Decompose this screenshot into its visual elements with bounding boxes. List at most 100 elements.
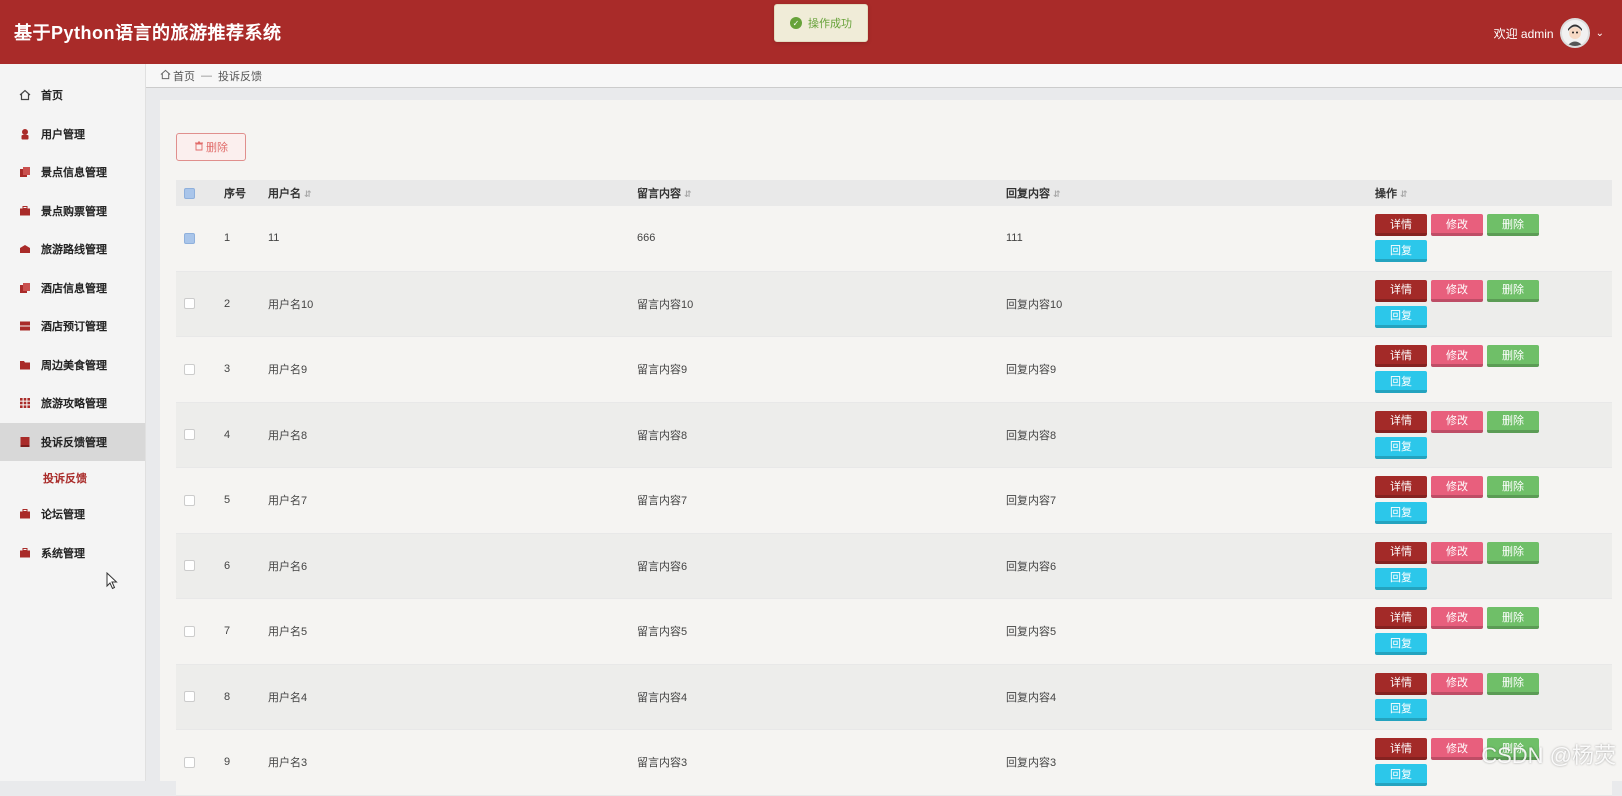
- reply-button[interactable]: 回复: [1375, 371, 1427, 394]
- row-checkbox[interactable]: [184, 429, 195, 441]
- header-reply[interactable]: 回复内容 ⇵: [1006, 185, 1375, 201]
- user-menu[interactable]: 欢迎 admin ⌄: [1494, 18, 1604, 48]
- row-checkbox[interactable]: [184, 363, 195, 375]
- edit-button[interactable]: 修改: [1431, 672, 1483, 695]
- trash-icon: [194, 141, 204, 154]
- detail-button[interactable]: 详情: [1375, 410, 1427, 433]
- copy-icon: [18, 281, 31, 294]
- delete-button[interactable]: 删除: [1487, 476, 1539, 499]
- detail-button[interactable]: 详情: [1375, 672, 1427, 695]
- row-reply: 回复内容5: [1006, 626, 1057, 639]
- row-user: 用户名7: [268, 495, 308, 508]
- detail-button[interactable]: 详情: [1375, 607, 1427, 630]
- user-icon: [18, 127, 31, 140]
- breadcrumb-home[interactable]: 首页: [173, 68, 195, 84]
- delete-button[interactable]: 删除: [1487, 279, 1539, 302]
- sidebar-item-system[interactable]: 系统管理: [0, 534, 145, 573]
- detail-button[interactable]: 详情: [1375, 541, 1427, 564]
- delete-button[interactable]: 删除: [1487, 672, 1539, 695]
- row-user: 用户名5: [268, 626, 308, 639]
- table-row: 9 用户名3 留言内容3 回复内容3 详情 修改 删除 回复: [176, 730, 1612, 796]
- table-row: 3 用户名9 留言内容9 回复内容9 详情 修改 删除 回复: [176, 337, 1612, 403]
- sidebar-item-forum[interactable]: 论坛管理: [0, 495, 145, 534]
- avatar-face-icon: [1561, 20, 1588, 46]
- briefcase-icon: [18, 508, 31, 521]
- reply-button[interactable]: 回复: [1375, 436, 1427, 459]
- row-checkbox[interactable]: [184, 691, 195, 703]
- avatar[interactable]: [1559, 18, 1590, 48]
- chevron-down-icon[interactable]: ⌄: [1596, 28, 1604, 39]
- sidebar-item-bookings[interactable]: 酒店预订管理: [0, 307, 145, 346]
- reply-button[interactable]: 回复: [1375, 305, 1427, 328]
- briefcase-icon: [18, 204, 31, 217]
- edit-button[interactable]: 修改: [1431, 541, 1483, 564]
- row-user: 用户名4: [268, 691, 308, 704]
- reply-button[interactable]: 回复: [1375, 567, 1427, 590]
- row-user: 用户名9: [268, 364, 308, 377]
- row-no: 3: [224, 363, 231, 376]
- edit-button[interactable]: 修改: [1431, 410, 1483, 433]
- home-icon[interactable]: [160, 69, 171, 83]
- grid-icon: [18, 397, 31, 410]
- row-checkbox[interactable]: [184, 232, 195, 244]
- sidebar-item-tickets[interactable]: 景点购票管理: [0, 192, 145, 231]
- sidebar-item-guides[interactable]: 旅游攻略管理: [0, 384, 145, 423]
- header-user[interactable]: 用户名 ⇵: [268, 185, 637, 201]
- row-reply: 回复内容6: [1006, 560, 1057, 573]
- row-checkbox[interactable]: [184, 560, 195, 572]
- batch-delete-button[interactable]: 删除: [176, 133, 246, 161]
- sidebar-item-food[interactable]: 周边美食管理: [0, 346, 145, 385]
- row-no: 2: [224, 297, 231, 310]
- edit-button[interactable]: 修改: [1431, 345, 1483, 368]
- row-checkbox[interactable]: [184, 298, 195, 310]
- delete-button[interactable]: 删除: [1487, 345, 1539, 368]
- detail-button[interactable]: 详情: [1375, 214, 1427, 237]
- row-no: 1: [224, 232, 231, 245]
- row-msg: 留言内容5: [637, 626, 688, 639]
- row-checkbox[interactable]: [184, 756, 195, 768]
- detail-button[interactable]: 详情: [1375, 476, 1427, 499]
- row-reply: 回复内容7: [1006, 495, 1057, 508]
- detail-button[interactable]: 详情: [1375, 279, 1427, 302]
- header-msg[interactable]: 留言内容 ⇵: [637, 185, 1006, 201]
- detail-button[interactable]: 详情: [1375, 345, 1427, 368]
- sidebar-subitem-complaint-feedback[interactable]: 投诉反馈: [0, 461, 145, 495]
- sidebar-item-hotels[interactable]: 酒店信息管理: [0, 269, 145, 308]
- row-checkbox[interactable]: [184, 625, 195, 637]
- sidebar-item-users[interactable]: 用户管理: [0, 115, 145, 154]
- edit-button[interactable]: 修改: [1431, 607, 1483, 630]
- row-checkbox[interactable]: [184, 494, 195, 506]
- delete-button[interactable]: 删除: [1487, 607, 1539, 630]
- sort-icon: ⇵: [304, 189, 312, 199]
- select-all-checkbox[interactable]: [184, 187, 195, 199]
- delete-button[interactable]: 删除: [1487, 541, 1539, 564]
- edit-button[interactable]: 修改: [1431, 214, 1483, 237]
- row-reply: 回复内容3: [1006, 757, 1057, 770]
- row-user: 用户名3: [268, 757, 308, 770]
- table-row: 8 用户名4 留言内容4 回复内容4 详情 修改 删除 回复: [176, 664, 1612, 730]
- reply-button[interactable]: 回复: [1375, 764, 1427, 787]
- sidebar-item-routes[interactable]: 旅游路线管理: [0, 230, 145, 269]
- header-op[interactable]: 操作 ⇵: [1375, 185, 1612, 201]
- reply-button[interactable]: 回复: [1375, 240, 1427, 263]
- row-no: 6: [224, 559, 231, 572]
- sort-icon: ⇵: [1053, 189, 1061, 199]
- edit-button[interactable]: 修改: [1431, 476, 1483, 499]
- sort-icon: ⇵: [684, 189, 692, 199]
- reply-button[interactable]: 回复: [1375, 698, 1427, 721]
- delete-button[interactable]: 删除: [1487, 214, 1539, 237]
- edit-button[interactable]: 修改: [1431, 738, 1483, 761]
- sidebar-item-home[interactable]: 首页: [0, 76, 145, 115]
- edit-button[interactable]: 修改: [1431, 279, 1483, 302]
- row-no: 8: [224, 690, 231, 703]
- reply-button[interactable]: 回复: [1375, 633, 1427, 656]
- detail-button[interactable]: 详情: [1375, 738, 1427, 761]
- reply-button[interactable]: 回复: [1375, 502, 1427, 525]
- row-no: 9: [224, 756, 231, 769]
- row-reply: 111: [1006, 232, 1023, 245]
- row-no: 4: [224, 428, 231, 441]
- sidebar-item-complaints[interactable]: 投诉反馈管理: [0, 422, 145, 461]
- sidebar-item-attractions[interactable]: 景点信息管理: [0, 153, 145, 192]
- delete-button[interactable]: 删除: [1487, 410, 1539, 433]
- row-user: 用户名8: [268, 429, 308, 442]
